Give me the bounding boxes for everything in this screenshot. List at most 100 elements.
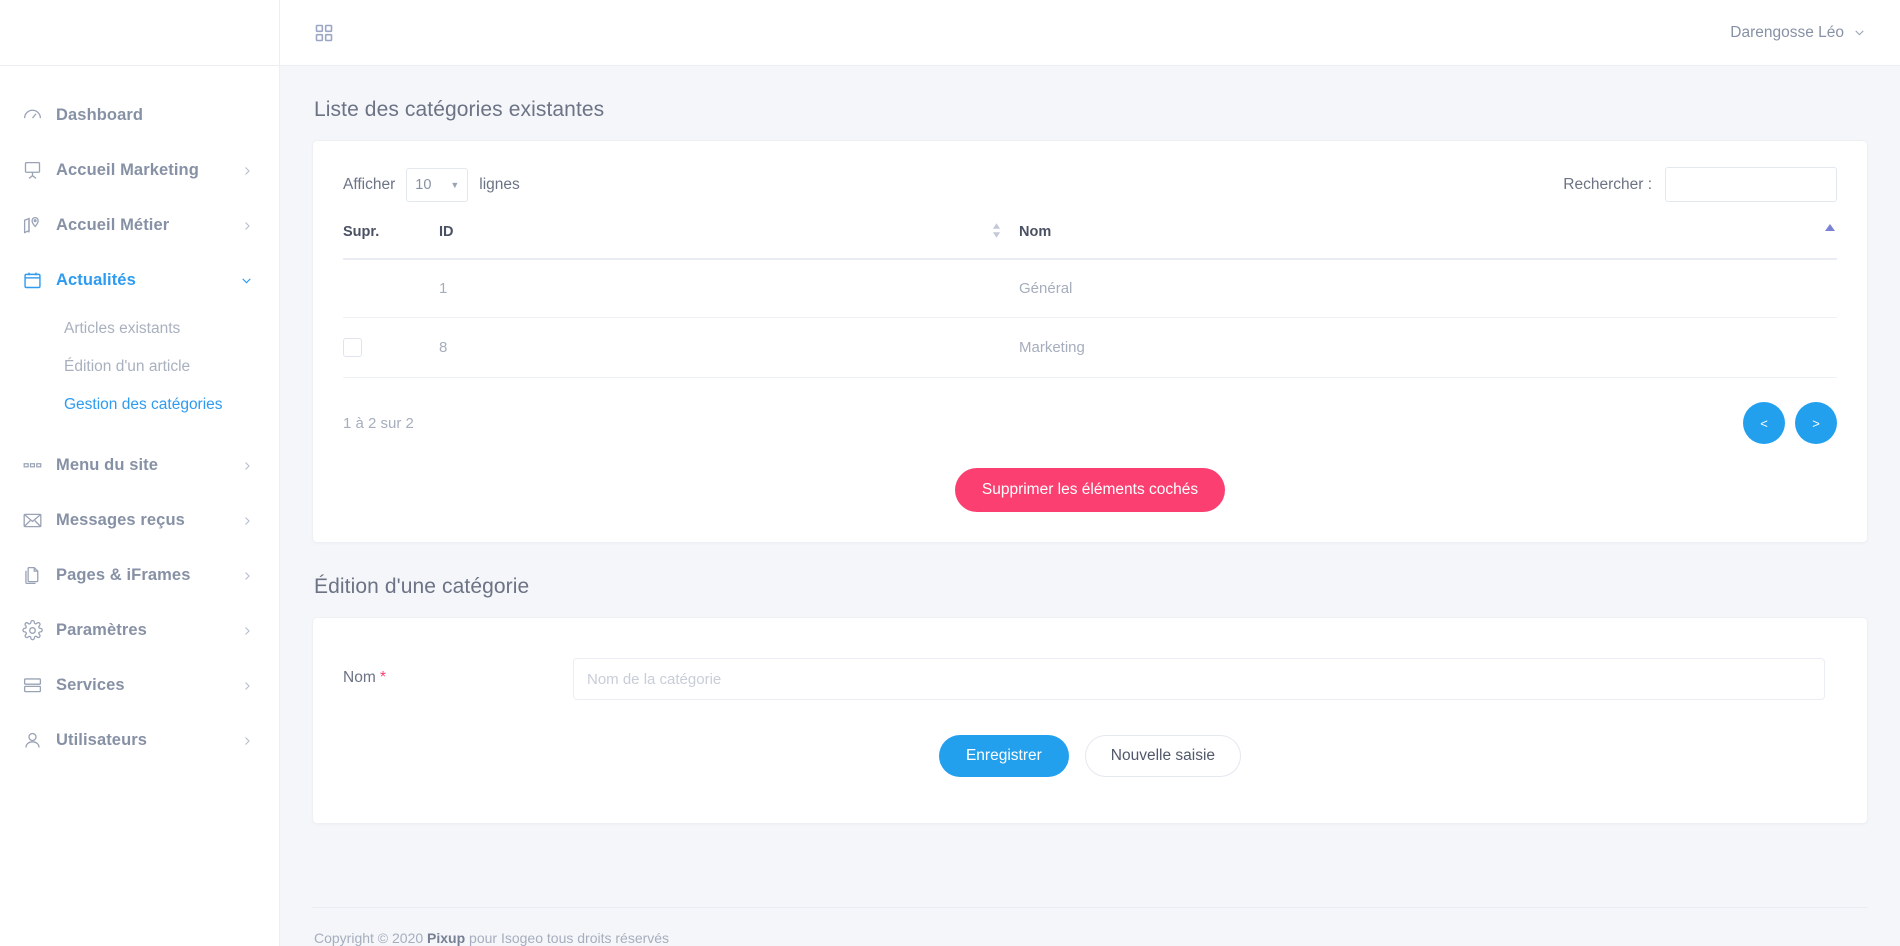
column-header-supr[interactable]: Supr. — [343, 220, 439, 260]
search-input[interactable] — [1665, 167, 1837, 202]
sidebar-item-pages-iframes[interactable]: Pages & iFrames — [0, 548, 279, 603]
chevron-right-icon — [241, 515, 253, 527]
cell-supr — [343, 317, 439, 378]
sidebar: Dashboard Accueil Marketing Accueil Méti… — [0, 0, 280, 946]
page-length-value: 10 — [415, 176, 432, 193]
form-row-nom: Nom * — [343, 658, 1837, 700]
table-head: Supr. ID Nom — [343, 220, 1837, 260]
topbar: Darengosse Léo — [280, 0, 1900, 66]
sidebar-subitem-articles-existants[interactable]: Articles existants — [0, 310, 279, 348]
delete-action-row: Supprimer les éléments cochés — [343, 444, 1837, 512]
cell-nom: Marketing — [1019, 317, 1837, 378]
category-edit-card: Nom * Enregistrer Nouvelle saisie — [312, 617, 1868, 824]
chevron-right-icon — [241, 625, 253, 637]
user-menu[interactable]: Darengosse Léo — [1730, 24, 1866, 42]
sidebar-item-label: Actualités — [56, 271, 136, 289]
column-header-id-label: ID — [439, 224, 454, 240]
pagination-next-button[interactable]: > — [1795, 402, 1837, 444]
sidebar-item-accueil-metier[interactable]: Accueil Métier — [0, 198, 279, 253]
sort-ascending-icon — [1825, 223, 1835, 234]
sidebar-item-parametres[interactable]: Paramètres — [0, 603, 279, 658]
column-header-nom-label: Nom — [1019, 224, 1052, 240]
footer-suffix: pour Isogeo tous droits réservés — [465, 930, 670, 946]
page-title-edit: Édition d'une catégorie — [314, 575, 530, 598]
chevron-right-icon — [241, 680, 253, 692]
presentation-icon — [22, 160, 56, 181]
chevron-down-icon — [1853, 26, 1866, 39]
required-marker: * — [380, 669, 387, 686]
new-entry-button[interactable]: Nouvelle saisie — [1084, 735, 1242, 777]
sidebar-subitem-gestion-categories[interactable]: Gestion des catégories — [0, 386, 279, 424]
page-title-list: Liste des catégories existantes — [314, 98, 605, 121]
footer: Copyright © 2020 Pixup pour Isogeo tous … — [312, 907, 1868, 946]
sidebar-item-actualites[interactable]: Actualités — [0, 253, 279, 308]
sidebar-item-menu-du-site[interactable]: Menu du site — [0, 438, 279, 493]
sidebar-item-label: Menu du site — [56, 456, 159, 474]
cell-id: 8 — [439, 317, 1019, 378]
categories-list-card: Afficher 10 ▼ lignes Rechercher : Supr. … — [312, 140, 1868, 543]
sidebar-item-label: Accueil Métier — [56, 216, 170, 234]
pagination: < > — [1743, 402, 1837, 444]
sort-both-icon — [992, 223, 1001, 238]
menu-dots-icon — [22, 455, 56, 476]
user-icon — [22, 730, 56, 751]
sidebar-item-label: Services — [56, 676, 125, 694]
chevron-right-icon — [241, 220, 253, 232]
delete-checked-button[interactable]: Supprimer les éléments cochés — [954, 468, 1226, 512]
column-header-nom[interactable]: Nom — [1019, 220, 1837, 260]
footer-prefix: Copyright © 2020 — [314, 930, 428, 946]
cell-id: 1 — [439, 259, 1019, 318]
table-info: 1 à 2 sur 2 — [343, 414, 414, 432]
page-length-label-after: lignes — [479, 175, 520, 193]
sidebar-item-label: Utilisateurs — [56, 731, 148, 749]
page-length-select[interactable]: 10 ▼ — [406, 167, 469, 202]
sidebar-item-utilisateurs[interactable]: Utilisateurs — [0, 713, 279, 768]
gear-icon — [22, 620, 56, 641]
table-row[interactable]: 1 Général — [343, 259, 1837, 318]
table-row[interactable]: 8 Marketing — [343, 317, 1837, 378]
sidebar-item-services[interactable]: Services — [0, 658, 279, 713]
sidebar-item-accueil-marketing[interactable]: Accueil Marketing — [0, 143, 279, 198]
chevron-right-icon — [241, 735, 253, 747]
copy-pages-icon — [22, 565, 56, 586]
table-controls: Afficher 10 ▼ lignes Rechercher : — [343, 167, 1837, 220]
sidebar-nav: Dashboard Accueil Marketing Accueil Méti… — [0, 66, 279, 768]
cell-supr — [343, 259, 439, 318]
sidebar-subnav-actualites: Articles existants Édition d'un article … — [0, 308, 279, 438]
search-control: Rechercher : — [1563, 167, 1837, 202]
form-label-nom: Nom * — [343, 658, 573, 687]
chevron-right-icon — [241, 165, 253, 177]
main-area: Darengosse Léo Liste des catégories exis… — [280, 0, 1900, 946]
row-delete-checkbox[interactable] — [343, 338, 362, 357]
app-root: Dashboard Accueil Marketing Accueil Méti… — [0, 0, 1900, 946]
search-label: Rechercher : — [1563, 175, 1652, 193]
sidebar-item-messages-recus[interactable]: Messages reçus — [0, 493, 279, 548]
map-pin-icon — [22, 215, 56, 236]
pagination-previous-button[interactable]: < — [1743, 402, 1785, 444]
footer-brand: Pixup — [427, 930, 466, 946]
sidebar-item-dashboard[interactable]: Dashboard — [0, 88, 279, 143]
sidebar-brand — [0, 0, 279, 66]
sidebar-item-label: Pages & iFrames — [56, 566, 191, 584]
table-footer: 1 à 2 sur 2 < > — [343, 378, 1837, 444]
user-name: Darengosse Léo — [1730, 23, 1844, 41]
page-length-label-before: Afficher — [343, 175, 396, 193]
dashboard-icon — [22, 105, 56, 126]
form-field-nom — [573, 658, 1837, 700]
form-label-nom-text: Nom — [343, 669, 376, 686]
grid-2x2-icon[interactable] — [314, 23, 334, 43]
column-header-id[interactable]: ID — [439, 220, 1019, 260]
table-body: 1 Général 8 Marketing — [343, 259, 1837, 378]
save-button[interactable]: Enregistrer — [938, 735, 1069, 777]
table-header-row: Supr. ID Nom — [343, 220, 1837, 260]
sidebar-item-label: Paramètres — [56, 621, 147, 639]
chevron-down-icon: ▼ — [450, 179, 460, 190]
category-name-input[interactable] — [573, 658, 1825, 700]
sidebar-item-label: Messages reçus — [56, 511, 185, 529]
chevron-right-icon — [241, 570, 253, 582]
chevron-down-icon — [240, 274, 253, 287]
cell-nom: Général — [1019, 259, 1837, 318]
sidebar-subitem-edition-article[interactable]: Édition d'un article — [0, 348, 279, 386]
page-length-control: Afficher 10 ▼ lignes — [343, 167, 520, 202]
envelope-icon — [22, 510, 56, 531]
